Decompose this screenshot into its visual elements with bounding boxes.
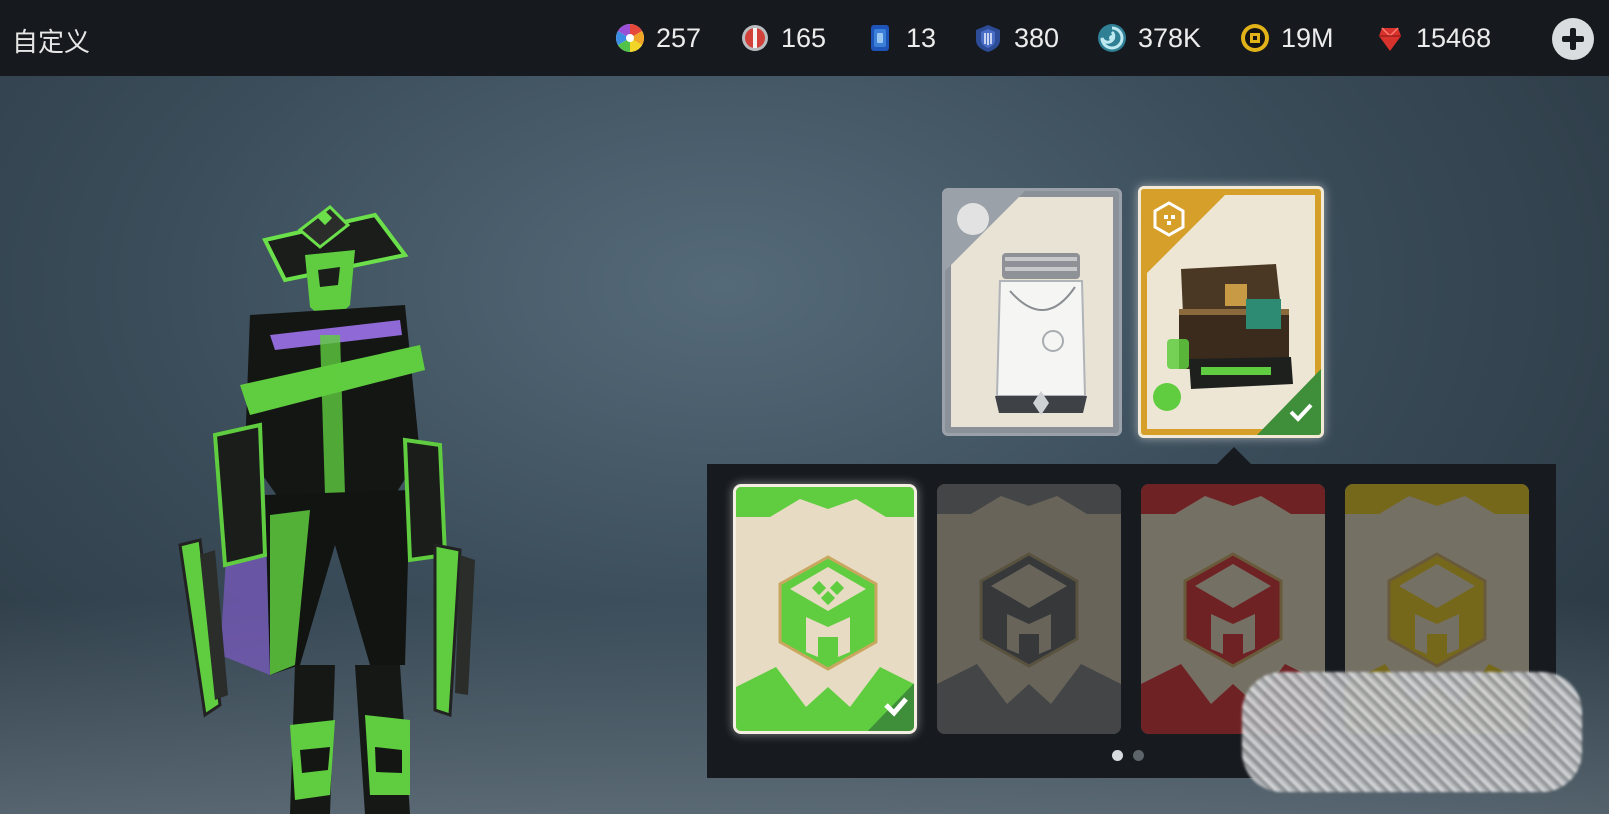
resource-card[interactable]: 13: [864, 21, 936, 55]
red-medal-icon: [739, 22, 771, 54]
resource-medal[interactable]: 165: [739, 21, 826, 55]
rarity-circle-icon: [957, 203, 989, 235]
resource-shield[interactable]: 380: [972, 21, 1059, 55]
resource-value: 19M: [1281, 22, 1334, 53]
red-gem-icon: [1374, 22, 1406, 54]
resource-value: 13: [906, 22, 937, 53]
green-variant-dot: [1153, 383, 1181, 411]
resource-value: 257: [656, 22, 702, 53]
add-currency-button[interactable]: [1552, 18, 1594, 60]
top-bar: 自定义 257 165 13 380 378K 19M 15468: [0, 0, 1609, 76]
spiral-orb-icon: [1096, 22, 1128, 54]
chest-item-card[interactable]: [1138, 186, 1324, 438]
blue-card-icon: [864, 22, 896, 54]
color-wheel-icon: [614, 22, 646, 54]
watermark-overlay: [1242, 672, 1582, 792]
page-dot-1[interactable]: [1112, 750, 1123, 761]
skin-variant-green[interactable]: [733, 484, 917, 734]
pagination-dots: [1112, 750, 1144, 761]
resource-value: 15468: [1416, 22, 1492, 53]
panel-pointer: [1217, 447, 1251, 464]
page-title: 自定义: [12, 28, 91, 58]
resource-colorwheel[interactable]: 257: [614, 21, 701, 55]
gold-coin-icon: [1239, 22, 1271, 54]
skin-variant-gray[interactable]: [937, 484, 1121, 734]
resource-orb[interactable]: 378K: [1096, 21, 1201, 55]
character-model[interactable]: [170, 195, 500, 814]
jar-item-card[interactable]: [942, 188, 1122, 436]
resource-gem[interactable]: 15468: [1374, 21, 1491, 55]
page-dot-2[interactable]: [1133, 750, 1144, 761]
resource-value: 378K: [1138, 22, 1202, 53]
blue-shield-icon: [972, 22, 1004, 54]
resource-value: 380: [1014, 22, 1060, 53]
checkmark-icon: [884, 697, 908, 717]
resource-coin[interactable]: 19M: [1239, 21, 1334, 55]
resource-value: 165: [781, 22, 827, 53]
